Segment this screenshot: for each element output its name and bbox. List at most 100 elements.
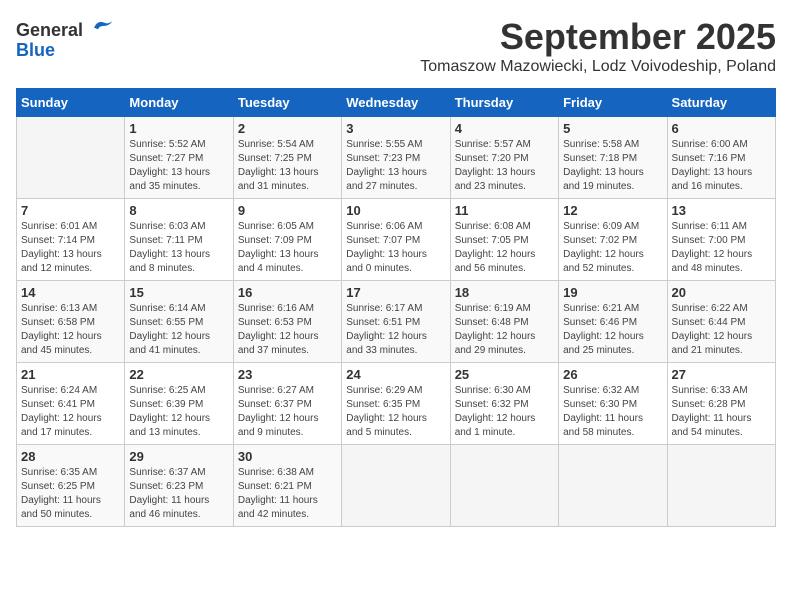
day-number: 12 — [563, 203, 662, 218]
day-number: 15 — [129, 285, 228, 300]
day-info: Sunrise: 6:05 AM Sunset: 7:09 PM Dayligh… — [238, 220, 337, 276]
day-number: 7 — [21, 203, 120, 218]
day-number: 24 — [346, 367, 445, 382]
day-info: Sunrise: 6:24 AM Sunset: 6:41 PM Dayligh… — [21, 384, 120, 440]
calendar-body: 1 Sunrise: 5:52 AM Sunset: 7:27 PM Daylig… — [17, 117, 776, 527]
calendar-cell: 18Sunrise: 6:19 AM Sunset: 6:48 PM Dayli… — [450, 281, 558, 363]
day-header-wednesday: Wednesday — [342, 89, 450, 117]
logo-general: General — [16, 20, 83, 40]
day-number: 5 — [563, 121, 662, 136]
calendar-cell: 11 Sunrise: 6:08 AM Sunset: 7:05 PM Dayli… — [450, 199, 558, 281]
day-number: 9 — [238, 203, 337, 218]
calendar-cell: 26 Sunrise: 6:32 AM Sunset: 6:30 PM Dayli… — [559, 363, 667, 445]
day-number: 27 — [672, 367, 771, 382]
calendar-cell: 3 Sunrise: 5:55 AM Sunset: 7:23 PM Daylig… — [342, 117, 450, 199]
day-number: 2 — [238, 121, 337, 136]
page-subtitle: Tomaszow Mazowiecki, Lodz Voivodeship, P… — [420, 58, 776, 76]
calendar-cell: 22 Sunrise: 6:25 AM Sunset: 6:39 PM Dayli… — [125, 363, 233, 445]
calendar-cell — [342, 445, 450, 527]
calendar-cell: 13 Sunrise: 6:11 AM Sunset: 7:00 PM Dayli… — [667, 199, 775, 281]
day-info: Sunrise: 6:21 AM Sunset: 6:46 PM Dayligh… — [563, 302, 662, 358]
day-header-tuesday: Tuesday — [233, 89, 341, 117]
day-number: 16 — [238, 285, 337, 300]
calendar-cell: 17 Sunrise: 6:17 AM Sunset: 6:51 PM Dayli… — [342, 281, 450, 363]
day-info: Sunrise: 6:06 AM Sunset: 7:07 PM Dayligh… — [346, 220, 445, 276]
day-number: 14 — [21, 285, 120, 300]
day-header-sunday: Sunday — [17, 89, 125, 117]
day-number: 22 — [129, 367, 228, 382]
day-info: Sunrise: 6:01 AM Sunset: 7:14 PM Dayligh… — [21, 220, 120, 276]
calendar-cell: 21 Sunrise: 6:24 AM Sunset: 6:41 PM Dayli… — [17, 363, 125, 445]
calendar-cell: 5 Sunrise: 5:58 AM Sunset: 7:18 PM Daylig… — [559, 117, 667, 199]
logo-bird-icon — [90, 16, 114, 36]
day-number: 1 — [129, 121, 228, 136]
calendar-week-3: 14 Sunrise: 6:13 AM Sunset: 6:58 PM Dayli… — [17, 281, 776, 363]
day-info: Sunrise: 6:30 AM Sunset: 6:32 PM Dayligh… — [455, 384, 554, 440]
day-info: Sunrise: 6:22 AM Sunset: 6:44 PM Dayligh… — [672, 302, 771, 358]
day-info: Sunrise: 6:19 AM Sunset: 6:48 PM Dayligh… — [455, 302, 554, 358]
day-info: Sunrise: 5:58 AM Sunset: 7:18 PM Dayligh… — [563, 138, 662, 194]
day-number: 26 — [563, 367, 662, 382]
day-number: 20 — [672, 285, 771, 300]
day-number: 25 — [455, 367, 554, 382]
day-info: Sunrise: 6:32 AM Sunset: 6:30 PM Dayligh… — [563, 384, 662, 440]
calendar-week-5: 28Sunrise: 6:35 AM Sunset: 6:25 PM Dayli… — [17, 445, 776, 527]
calendar-week-1: 1 Sunrise: 5:52 AM Sunset: 7:27 PM Daylig… — [17, 117, 776, 199]
calendar-week-4: 21 Sunrise: 6:24 AM Sunset: 6:41 PM Dayli… — [17, 363, 776, 445]
day-info: Sunrise: 6:09 AM Sunset: 7:02 PM Dayligh… — [563, 220, 662, 276]
day-info: Sunrise: 5:54 AM Sunset: 7:25 PM Dayligh… — [238, 138, 337, 194]
day-number: 19 — [563, 285, 662, 300]
day-number: 21 — [21, 367, 120, 382]
day-info: Sunrise: 6:29 AM Sunset: 6:35 PM Dayligh… — [346, 384, 445, 440]
day-info: Sunrise: 6:13 AM Sunset: 6:58 PM Dayligh… — [21, 302, 120, 358]
day-number: 23 — [238, 367, 337, 382]
day-info: Sunrise: 6:16 AM Sunset: 6:53 PM Dayligh… — [238, 302, 337, 358]
day-info: Sunrise: 6:11 AM Sunset: 7:00 PM Dayligh… — [672, 220, 771, 276]
calendar-cell: 16 Sunrise: 6:16 AM Sunset: 6:53 PM Dayli… — [233, 281, 341, 363]
calendar-cell: 6 Sunrise: 6:00 AM Sunset: 7:16 PM Daylig… — [667, 117, 775, 199]
day-number: 8 — [129, 203, 228, 218]
day-number: 29 — [129, 449, 228, 464]
day-info: Sunrise: 6:00 AM Sunset: 7:16 PM Dayligh… — [672, 138, 771, 194]
calendar-table: SundayMondayTuesdayWednesdayThursdayFrid… — [16, 88, 776, 527]
day-info: Sunrise: 6:25 AM Sunset: 6:39 PM Dayligh… — [129, 384, 228, 440]
day-number: 3 — [346, 121, 445, 136]
calendar-cell: 7 Sunrise: 6:01 AM Sunset: 7:14 PM Daylig… — [17, 199, 125, 281]
day-info: Sunrise: 5:55 AM Sunset: 7:23 PM Dayligh… — [346, 138, 445, 194]
day-info: Sunrise: 6:08 AM Sunset: 7:05 PM Dayligh… — [455, 220, 554, 276]
calendar-cell: 15Sunrise: 6:14 AM Sunset: 6:55 PM Dayli… — [125, 281, 233, 363]
calendar-cell: 2 Sunrise: 5:54 AM Sunset: 7:25 PM Daylig… — [233, 117, 341, 199]
calendar-cell: 12 Sunrise: 6:09 AM Sunset: 7:02 PM Dayli… — [559, 199, 667, 281]
calendar-cell: 23Sunrise: 6:27 AM Sunset: 6:37 PM Dayli… — [233, 363, 341, 445]
day-number: 6 — [672, 121, 771, 136]
day-number: 13 — [672, 203, 771, 218]
calendar-cell: 19 Sunrise: 6:21 AM Sunset: 6:46 PM Dayli… — [559, 281, 667, 363]
calendar-cell: 20 Sunrise: 6:22 AM Sunset: 6:44 PM Dayli… — [667, 281, 775, 363]
calendar-cell: 28Sunrise: 6:35 AM Sunset: 6:25 PM Dayli… — [17, 445, 125, 527]
calendar-cell — [450, 445, 558, 527]
calendar-cell: 10Sunrise: 6:06 AM Sunset: 7:07 PM Dayli… — [342, 199, 450, 281]
calendar-week-2: 7 Sunrise: 6:01 AM Sunset: 7:14 PM Daylig… — [17, 199, 776, 281]
calendar-header: SundayMondayTuesdayWednesdayThursdayFrid… — [17, 89, 776, 117]
day-number: 30 — [238, 449, 337, 464]
day-info: Sunrise: 6:33 AM Sunset: 6:28 PM Dayligh… — [672, 384, 771, 440]
calendar-cell: 29Sunrise: 6:37 AM Sunset: 6:23 PM Dayli… — [125, 445, 233, 527]
calendar-cell: 1 Sunrise: 5:52 AM Sunset: 7:27 PM Daylig… — [125, 117, 233, 199]
calendar-cell: 9 Sunrise: 6:05 AM Sunset: 7:09 PM Daylig… — [233, 199, 341, 281]
day-info: Sunrise: 6:38 AM Sunset: 6:21 PM Dayligh… — [238, 466, 337, 522]
day-info: Sunrise: 6:17 AM Sunset: 6:51 PM Dayligh… — [346, 302, 445, 358]
calendar-cell: 4 Sunrise: 5:57 AM Sunset: 7:20 PM Daylig… — [450, 117, 558, 199]
day-number: 17 — [346, 285, 445, 300]
page-title: September 2025 — [420, 16, 776, 58]
day-header-friday: Friday — [559, 89, 667, 117]
day-info: Sunrise: 5:57 AM Sunset: 7:20 PM Dayligh… — [455, 138, 554, 194]
day-number: 11 — [455, 203, 554, 218]
calendar-cell — [559, 445, 667, 527]
day-number: 28 — [21, 449, 120, 464]
calendar-cell — [667, 445, 775, 527]
logo-blue: Blue — [16, 41, 114, 61]
calendar-cell: 27 Sunrise: 6:33 AM Sunset: 6:28 PM Dayli… — [667, 363, 775, 445]
day-number: 4 — [455, 121, 554, 136]
day-header-thursday: Thursday — [450, 89, 558, 117]
day-info: Sunrise: 5:52 AM Sunset: 7:27 PM Dayligh… — [129, 138, 228, 194]
